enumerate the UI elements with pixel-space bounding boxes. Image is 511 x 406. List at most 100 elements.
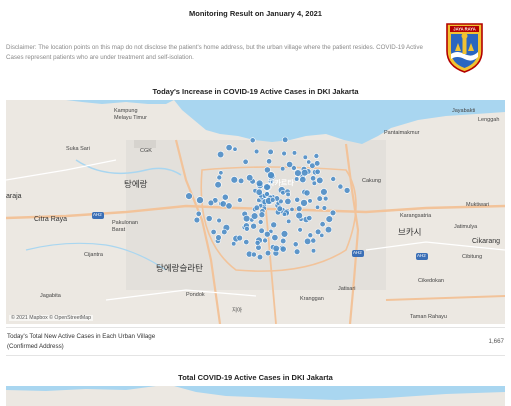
case-dot[interactable] [250,222,257,230]
case-dot[interactable] [314,204,320,210]
case-dot[interactable] [299,176,307,184]
case-dot[interactable] [291,150,298,156]
case-dot[interactable] [301,168,309,177]
case-dot[interactable] [319,221,326,228]
case-dot[interactable] [231,241,237,247]
case-dot[interactable] [294,169,302,177]
case-dot[interactable] [310,175,317,182]
case-dot[interactable] [316,176,324,184]
case-dot[interactable] [195,210,202,217]
case-dot[interactable] [286,160,294,168]
case-dot[interactable] [307,198,313,204]
case-dot[interactable] [258,227,265,234]
case-dot[interactable] [205,215,213,222]
case-dot[interactable] [214,181,222,189]
case-dot[interactable] [314,168,321,175]
case-dot[interactable] [310,237,317,244]
case-dot[interactable] [262,237,268,244]
case-dot[interactable] [280,237,287,245]
case-dot[interactable] [282,136,289,143]
case-dot[interactable] [316,195,323,202]
case-dot[interactable] [253,148,260,155]
case-dot[interactable] [215,234,222,241]
case-dot[interactable] [185,192,193,200]
case-dot[interactable] [264,250,272,257]
case-dot[interactable] [294,176,300,182]
case-dot[interactable] [276,205,283,212]
case-dot[interactable] [303,189,311,197]
case-dot[interactable] [306,215,313,222]
case-dot[interactable] [297,227,303,233]
case-dot[interactable] [230,176,239,184]
case-dot[interactable] [281,150,287,157]
case-dot[interactable] [258,211,266,218]
case-dot[interactable] [232,146,238,152]
case-dot[interactable] [304,237,312,245]
case-dot[interactable] [225,144,233,152]
case-dot[interactable] [343,187,351,194]
case-dot[interactable] [272,244,280,253]
case-dot[interactable] [330,176,337,182]
case-dot[interactable] [249,137,256,144]
case-dot[interactable] [257,219,264,225]
case-dot[interactable] [306,159,312,165]
case-dot[interactable] [270,221,278,229]
case-dot[interactable] [246,174,254,182]
case-dot[interactable] [279,245,287,253]
total-cases-map[interactable] [6,386,505,406]
case-dot[interactable] [325,215,333,223]
case-dot[interactable] [280,230,289,238]
case-dot[interactable] [266,158,273,165]
case-dot[interactable] [314,228,322,236]
case-dot[interactable] [311,180,317,186]
case-dot[interactable] [216,217,222,224]
case-dot[interactable] [321,205,328,211]
case-dot[interactable] [296,205,303,212]
case-dot[interactable] [253,204,260,211]
case-dot[interactable] [217,150,225,159]
case-dot[interactable] [313,153,320,159]
case-dot[interactable] [196,196,204,204]
case-dot[interactable] [302,154,308,160]
case-dot[interactable] [314,160,321,167]
case-dot[interactable] [238,177,245,184]
case-dot[interactable] [281,211,287,217]
case-dot[interactable] [286,218,292,224]
case-dot[interactable] [292,241,299,248]
case-dot[interactable] [310,248,317,254]
case-dot[interactable] [284,197,292,205]
case-dot[interactable] [294,196,301,203]
case-dot[interactable] [295,211,303,220]
case-dot[interactable] [285,191,291,197]
case-dot[interactable] [254,239,261,246]
case-dot[interactable] [337,183,344,190]
case-dot[interactable] [219,200,227,208]
case-dot[interactable] [280,166,286,172]
case-dot[interactable] [320,188,328,196]
case-dot[interactable] [263,230,271,238]
case-dot[interactable] [307,232,314,238]
case-dot[interactable] [329,209,337,217]
case-dot[interactable] [250,251,257,258]
case-dot[interactable] [289,206,295,212]
case-dot[interactable] [216,174,223,181]
case-dot[interactable] [300,199,308,207]
map-attribution[interactable]: © 2021 Mapbox © OpenStreetMap [9,315,94,321]
case-dot[interactable] [207,199,215,207]
case-dot[interactable] [255,188,263,196]
case-dot[interactable] [236,234,243,242]
case-dot[interactable] [264,191,270,197]
case-dot[interactable] [225,202,233,210]
case-dot[interactable] [250,212,259,220]
case-dot[interactable] [293,248,301,255]
case-dot[interactable] [267,148,274,156]
case-dot[interactable] [218,170,224,176]
case-dot[interactable] [221,193,229,201]
case-dot[interactable] [242,214,251,223]
case-dot[interactable] [324,226,333,234]
case-dot[interactable] [237,197,243,203]
case-dot[interactable] [221,228,228,236]
case-dot[interactable] [244,226,250,232]
case-dot[interactable] [255,179,264,188]
case-dot[interactable] [269,197,276,203]
